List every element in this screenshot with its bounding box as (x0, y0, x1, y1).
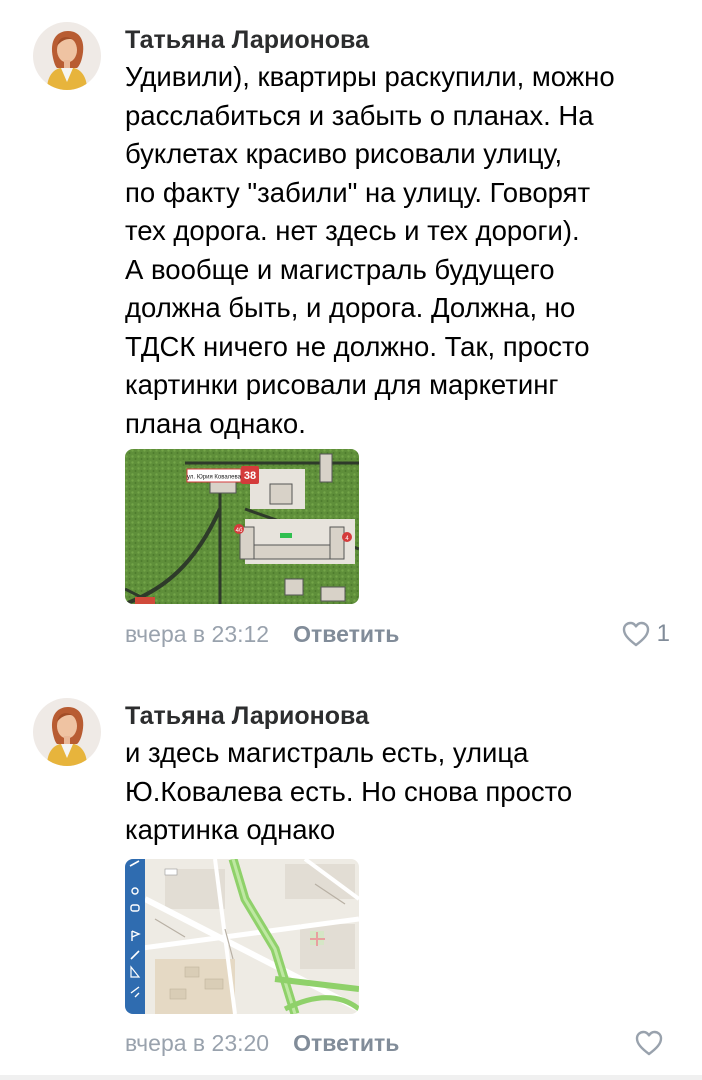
comment-image-attachment[interactable]: ул. Юрия Ковалева 38 4б 4 (125, 449, 359, 604)
bottom-divider (0, 1075, 702, 1080)
avatar[interactable] (33, 22, 101, 90)
heart-icon (634, 1029, 664, 1057)
reply-button[interactable]: Ответить (293, 1030, 399, 1057)
like-button[interactable]: 1 (621, 619, 670, 649)
comment-timestamp[interactable]: вчера в 23:12 (125, 621, 269, 648)
like-count: 1 (656, 620, 670, 647)
comment-meta: вчера в 23:12 Ответить (125, 619, 399, 649)
avatar[interactable] (33, 698, 101, 766)
comment-timestamp[interactable]: вчера в 23:20 (125, 1030, 269, 1057)
map-street-label: ул. Юрия Ковалева (187, 475, 242, 481)
comment-author[interactable]: Татьяна Ларионова (125, 702, 369, 731)
comment-image-attachment[interactable] (125, 859, 359, 1014)
like-button[interactable] (634, 1028, 670, 1058)
comment-meta: вчера в 23:20 Ответить (125, 1028, 399, 1058)
heart-icon (621, 620, 651, 648)
comment-author[interactable]: Татьяна Ларионова (125, 26, 369, 55)
map-section-label: 4б (236, 528, 243, 534)
comment-text: Удивили), квартиры раскупили, можно расс… (125, 61, 615, 439)
map-house-number: 38 (244, 470, 256, 482)
reply-button[interactable]: Ответить (293, 621, 399, 648)
comment-text: и здесь магистраль есть, улица Ю.Ковалев… (125, 737, 573, 845)
